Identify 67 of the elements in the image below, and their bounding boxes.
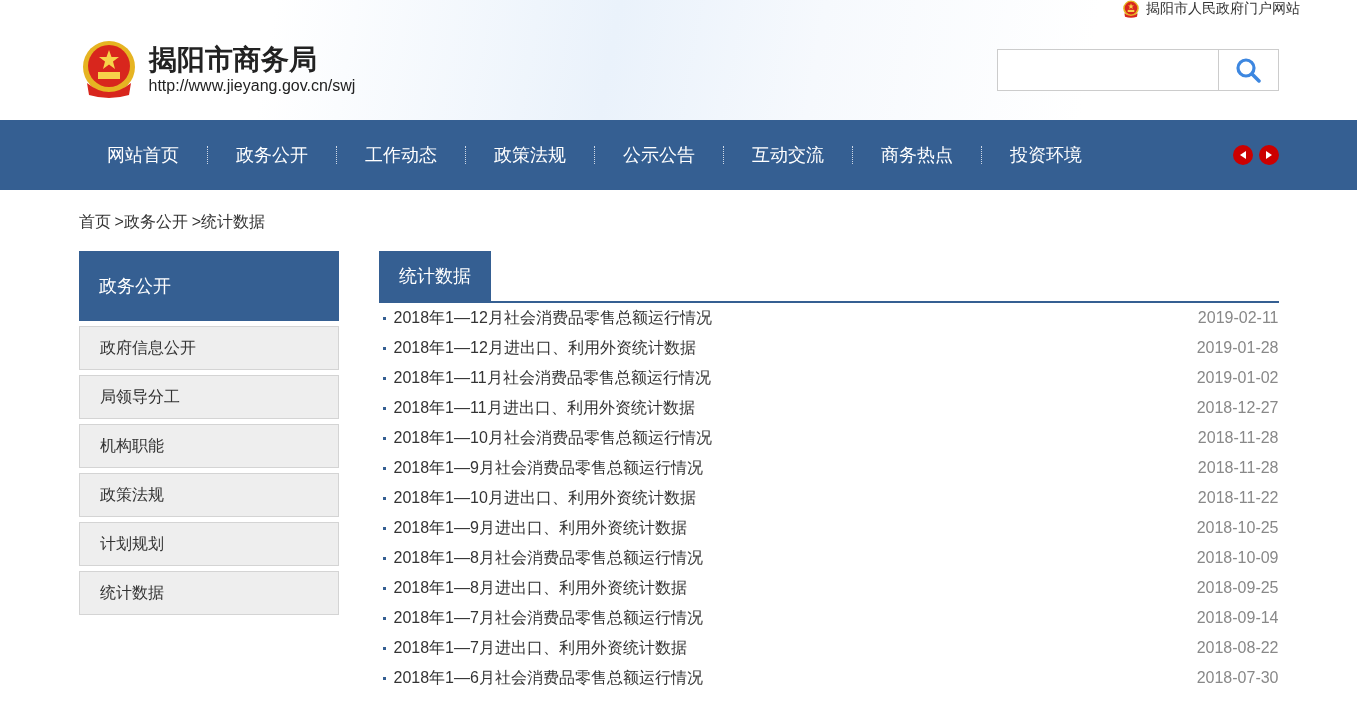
article-link[interactable]: 2018年1—11月社会消费品零售总额运行情况 [393, 367, 711, 389]
nav-item[interactable]: 工作动态 [336, 143, 465, 167]
bullet-icon [382, 556, 386, 560]
bullet-icon [382, 466, 386, 470]
article-link[interactable]: 2018年1—10月进出口、利用外资统计数据 [393, 487, 696, 509]
emblem-icon [1122, 0, 1140, 18]
site-url: http://www.jieyang.gov.cn/swj [148, 77, 356, 95]
nav-item[interactable]: 商务热点 [852, 143, 981, 167]
bullet-icon [382, 646, 386, 650]
bullet-icon [382, 676, 386, 680]
article-date: 2018-10-25 [1196, 519, 1279, 537]
bullet-icon [382, 586, 386, 590]
article-link[interactable]: 2018年1—6月社会消费品零售总额运行情况 [393, 667, 703, 689]
article-link[interactable]: 2018年1—8月进出口、利用外资统计数据 [393, 577, 687, 599]
site-title: 揭阳市商务局 [148, 43, 318, 77]
sidebar-item[interactable]: 政策法规 [78, 473, 339, 517]
article-date: 2019-01-02 [1196, 369, 1279, 387]
article-date: 2019-01-28 [1196, 339, 1279, 357]
article-date: 2018-11-28 [1197, 429, 1279, 447]
nav-item[interactable]: 政策法规 [465, 143, 594, 167]
sidebar-item[interactable]: 政府信息公开 [78, 326, 339, 370]
article-date: 2018-08-22 [1196, 639, 1279, 657]
article-date: 2018-11-28 [1197, 459, 1279, 477]
article-link[interactable]: 2018年1—9月社会消费品零售总额运行情况 [393, 457, 703, 479]
article-link[interactable]: 2018年1—10月社会消费品零售总额运行情况 [393, 427, 712, 449]
article-link[interactable]: 2018年1—9月进出口、利用外资统计数据 [393, 517, 687, 539]
article-date: 2019-02-11 [1197, 309, 1279, 327]
nav-item[interactable]: 投资环境 [981, 143, 1110, 167]
bullet-icon [382, 616, 386, 620]
bullet-icon [382, 376, 386, 380]
article-date: 2018-09-14 [1196, 609, 1279, 627]
breadcrumb-link[interactable]: >政务公开 [114, 212, 188, 233]
nav-item[interactable]: 政务公开 [207, 143, 336, 167]
article-link[interactable]: 2018年1—12月进出口、利用外资统计数据 [393, 337, 696, 359]
bullet-icon [382, 436, 386, 440]
portal-link[interactable]: 揭阳市人民政府门户网站 [1146, 0, 1300, 18]
search-field[interactable] [996, 49, 1279, 91]
bullet-icon [382, 316, 386, 320]
article-link[interactable]: 2018年1—12月社会消费品零售总额运行情况 [393, 307, 712, 329]
article-date: 2018-12-27 [1196, 399, 1279, 417]
article-link[interactable]: 2018年1—7月社会消费品零售总额运行情况 [393, 607, 703, 629]
sidebar-item[interactable]: 计划规划 [78, 522, 339, 566]
sidebar-item[interactable]: 局领导分工 [78, 375, 339, 419]
previous-button[interactable] [1232, 145, 1253, 165]
bullet-icon [382, 346, 386, 350]
article-date: 2018-10-09 [1196, 549, 1279, 567]
nav-item[interactable]: 公示公告 [594, 143, 723, 167]
breadcrumb-link[interactable]: >统计数据 [191, 212, 266, 233]
right-triangle-icon [1264, 151, 1273, 159]
article-link[interactable]: 2018年1—7月进出口、利用外资统计数据 [393, 637, 687, 659]
article-link[interactable]: 2018年1—8月社会消费品零售总额运行情况 [393, 547, 703, 569]
bullet-icon [382, 406, 386, 410]
article-link[interactable]: 2018年1—11月进出口、利用外资统计数据 [393, 397, 695, 419]
bullet-icon [382, 526, 386, 530]
bullet-icon [382, 496, 386, 500]
next-button[interactable] [1258, 145, 1279, 165]
article-date: 2018-07-30 [1196, 669, 1279, 687]
left-triangle-icon [1238, 151, 1247, 159]
nav-item[interactable]: 互动交流 [723, 143, 852, 167]
nav-item[interactable]: 网站首页 [78, 143, 207, 167]
article-date: 2018-11-22 [1197, 489, 1279, 507]
sidebar-item[interactable]: 统计数据 [78, 571, 339, 615]
search-icon [1235, 57, 1261, 83]
sidebar-item[interactable]: 机构职能 [78, 424, 339, 468]
sidebar-header: 政务公开 [78, 251, 339, 321]
breadcrumb-link[interactable]: 首页 [78, 212, 111, 233]
article-date: 2018-09-25 [1196, 579, 1279, 597]
